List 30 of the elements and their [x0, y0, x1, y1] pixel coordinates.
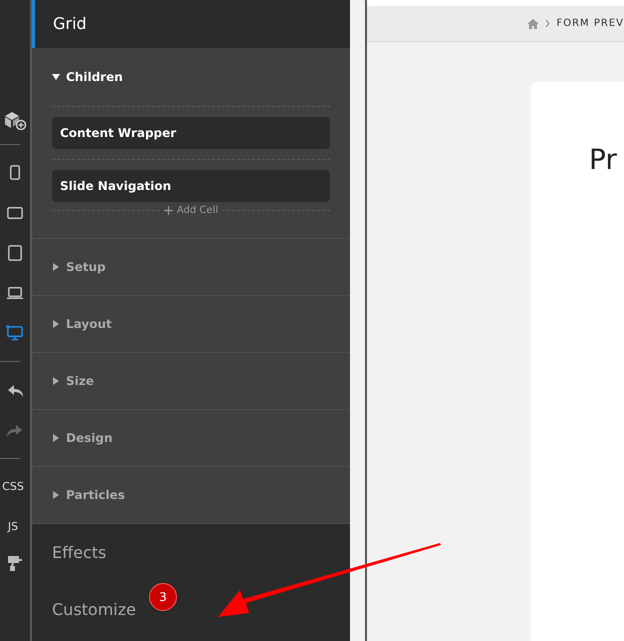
caret-right-icon: [52, 491, 60, 499]
section-toggle[interactable]: Particles: [52, 486, 125, 504]
panel-tab[interactable]: Customize: [52, 598, 136, 622]
caret-down-icon: [52, 73, 60, 81]
child-item[interactable]: Slide Navigation: [52, 170, 330, 202]
code-button[interactable]: JS: [8, 518, 18, 536]
section-toggle[interactable]: Size: [52, 372, 94, 390]
chevron-right-icon: [545, 20, 550, 27]
section-toggle[interactable]: Design: [52, 429, 112, 447]
section-toggle[interactable]: Layout: [52, 315, 112, 333]
panel-title: Grid: [53, 13, 87, 35]
add-cube-icon[interactable]: [3, 110, 27, 130]
caret-right-icon: [52, 263, 60, 271]
panel-tab[interactable]: Effects: [52, 540, 106, 564]
tablet-icon[interactable]: [6, 204, 24, 222]
caret-right-icon: [52, 377, 60, 385]
plus-icon: [164, 206, 173, 215]
desktop-icon[interactable]: [6, 324, 24, 342]
child-item[interactable]: Content Wrapper: [52, 117, 330, 149]
preview-heading: Pr: [589, 143, 617, 176]
add-cell-button[interactable]: Add Cell: [164, 203, 218, 218]
laptop-icon[interactable]: [6, 284, 24, 302]
code-button[interactable]: CSS: [2, 478, 24, 496]
section-toggle[interactable]: Setup: [52, 258, 106, 276]
section-toggle[interactable]: Children: [52, 68, 123, 86]
tablet-icon[interactable]: [6, 244, 24, 262]
breadcrumb-text: FORM PREV: [556, 17, 624, 31]
drill-icon[interactable]: [7, 554, 23, 572]
caret-right-icon: [52, 320, 60, 328]
caret-right-icon: [52, 434, 60, 442]
